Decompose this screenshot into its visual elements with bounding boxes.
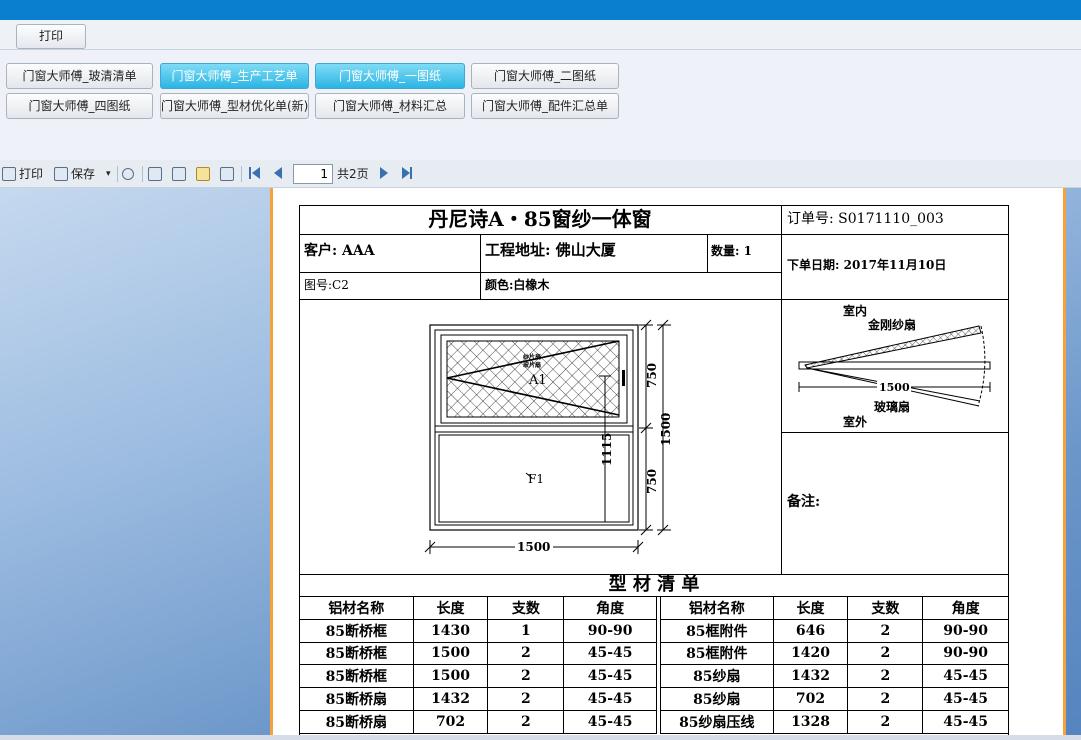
profile-table-left: 铝材名称 长度 支数 角度 85断桥框 1430 1 90-90 85断桥框 1500 2… <box>299 596 657 734</box>
toolbar-print-button[interactable]: 打印 <box>2 165 43 183</box>
report-toolbar: 打印 保存 ▾ 1 共2页 <box>0 160 1081 188</box>
tab-drawing-1[interactable]: 门窗大师傅_一图纸 <box>315 63 465 89</box>
next-page-icon[interactable] <box>380 167 388 179</box>
tab-production-process[interactable]: 门窗大师傅_生产工艺单 <box>160 63 309 89</box>
print-button[interactable]: 打印 <box>16 24 86 49</box>
column-header-name: 铝材名称 <box>660 596 774 620</box>
table-row: 85纱扇压线 1328 2 45-45 <box>660 709 1009 734</box>
toolbar-save-label: 保存 <box>71 167 96 181</box>
quantity-field: 数量: 1 <box>711 244 752 258</box>
save-dropdown-icon[interactable]: ▾ <box>106 165 111 183</box>
zoom-icon[interactable] <box>172 165 189 183</box>
report-title: 丹尼诗A・85窗纱一体窗 <box>428 207 652 231</box>
column-header-length: 长度 <box>412 596 489 620</box>
table-row: 85框附件 1420 2 90-90 <box>660 641 1009 666</box>
window-elevation-drawing: 纱片扇 玻片扇 A1 F1 1115 750 750 1500 1500 <box>424 319 673 554</box>
save-icon <box>54 167 68 181</box>
table-row: 85框附件 646 2 90-90 <box>660 618 1009 643</box>
column-header-count: 支数 <box>847 596 924 620</box>
indoor-label: 室内 <box>843 303 867 318</box>
printer-icon <box>2 167 16 181</box>
project-address-field: 工程地址: 佛山大厦 <box>485 241 616 259</box>
width-dimension: 1500 <box>517 540 550 554</box>
drawing-number-field: 图号:C2 <box>304 278 349 292</box>
tab-profile-optimization[interactable]: 门窗大师傅_型材优化单(新) <box>160 93 309 119</box>
fixed-label: F1 <box>528 472 544 486</box>
find-icon[interactable] <box>122 165 137 183</box>
column-header-count: 支数 <box>487 596 565 620</box>
profile-table-right: 铝材名称 长度 支数 角度 85框附件 646 2 90-90 85框附件 1420 2 9… <box>660 596 1009 734</box>
glass-sash-label: 玻璃扇 <box>874 399 910 414</box>
last-page-icon[interactable] <box>402 167 410 179</box>
remark-label: 备注: <box>787 494 821 510</box>
profile-list-title: 型 材 清 单 <box>608 574 700 595</box>
toolbar-separator <box>241 166 242 182</box>
single-page-icon[interactable] <box>148 165 165 183</box>
page-number-input[interactable]: 1 <box>293 164 333 184</box>
first-page-icon-bar <box>249 167 251 179</box>
first-page-icon[interactable] <box>252 167 260 179</box>
section-width-dimension: 1500 <box>879 381 910 394</box>
order-date-field: 下单日期: 2017年11月10日 <box>787 258 947 272</box>
tab-material-summary[interactable]: 门窗大师傅_材料汇总 <box>315 93 465 119</box>
last-page-icon-bar <box>410 167 412 179</box>
sash-label: A1 <box>528 373 547 388</box>
handle-dimension: 1115 <box>600 433 614 466</box>
window-title-bar <box>0 0 1081 20</box>
lower-dimension: 750 <box>645 469 659 494</box>
edit-icon[interactable] <box>196 165 213 183</box>
total-pages-label: 共2页 <box>337 167 369 181</box>
toolbar-separator <box>142 166 143 182</box>
report-page[interactable]: 丹尼诗A・85窗纱一体窗 订单号: S0171110_003 客户: AAA 工… <box>273 188 1063 736</box>
column-header-angle: 角度 <box>922 596 1009 620</box>
outdoor-label: 室外 <box>843 414 867 429</box>
table-row: 85断桥框 1500 2 45-45 <box>299 641 657 666</box>
order-number: 订单号: S0171110_003 <box>787 211 944 227</box>
customer-field: 客户: AAA <box>304 243 375 259</box>
table-row: 85断桥框 1430 1 90-90 <box>299 618 657 643</box>
table-row: 85断桥框 1500 2 45-45 <box>299 664 657 689</box>
column-header-angle: 角度 <box>563 596 657 620</box>
page-setup-icon[interactable] <box>220 165 237 183</box>
toolbar-print-label: 打印 <box>19 167 44 181</box>
table-row: 85断桥扇 1432 2 45-45 <box>299 687 657 711</box>
glass-sash-note: 玻片扇 <box>523 361 541 369</box>
column-header-length: 长度 <box>772 596 849 620</box>
report-tabs: 门窗大师傅_玻清清单 门窗大师傅_生产工艺单 门窗大师傅_一图纸 门窗大师傅_二… <box>0 50 1081 160</box>
tab-drawing-2[interactable]: 门窗大师傅_二图纸 <box>471 63 619 89</box>
upper-dimension: 750 <box>645 363 659 388</box>
column-header-name: 铝材名称 <box>299 596 414 620</box>
table-row: 85断桥扇 702 2 45-45 <box>299 709 657 734</box>
toolbar-save-button[interactable]: 保存 <box>54 165 95 183</box>
toolbar-separator <box>117 166 118 182</box>
section-view-drawing: 室内 金刚纱扇 1500 玻璃扇 室外 <box>798 303 991 429</box>
top-action-band <box>0 20 1081 50</box>
table-row: 85纱扇 702 2 45-45 <box>660 687 1009 711</box>
height-dimension: 1500 <box>659 413 673 446</box>
table-row: 85纱扇 1432 2 45-45 <box>660 664 1009 689</box>
tab-glass-list[interactable]: 门窗大师傅_玻清清单 <box>6 63 153 89</box>
screen-sash-label: 金刚纱扇 <box>867 317 916 332</box>
table-header-row: 铝材名称 长度 支数 角度 <box>299 596 657 620</box>
color-field: 颜色:白橡木 <box>485 278 550 292</box>
screen-sash-note: 纱片扇 <box>523 353 541 361</box>
table-header-row: 铝材名称 长度 支数 角度 <box>660 596 1009 620</box>
status-bar <box>0 735 1081 740</box>
prev-page-icon[interactable] <box>274 167 282 179</box>
tab-drawing-4[interactable]: 门窗大师傅_四图纸 <box>6 93 153 119</box>
tab-accessory-summary[interactable]: 门窗大师傅_配件汇总单 <box>471 93 619 119</box>
